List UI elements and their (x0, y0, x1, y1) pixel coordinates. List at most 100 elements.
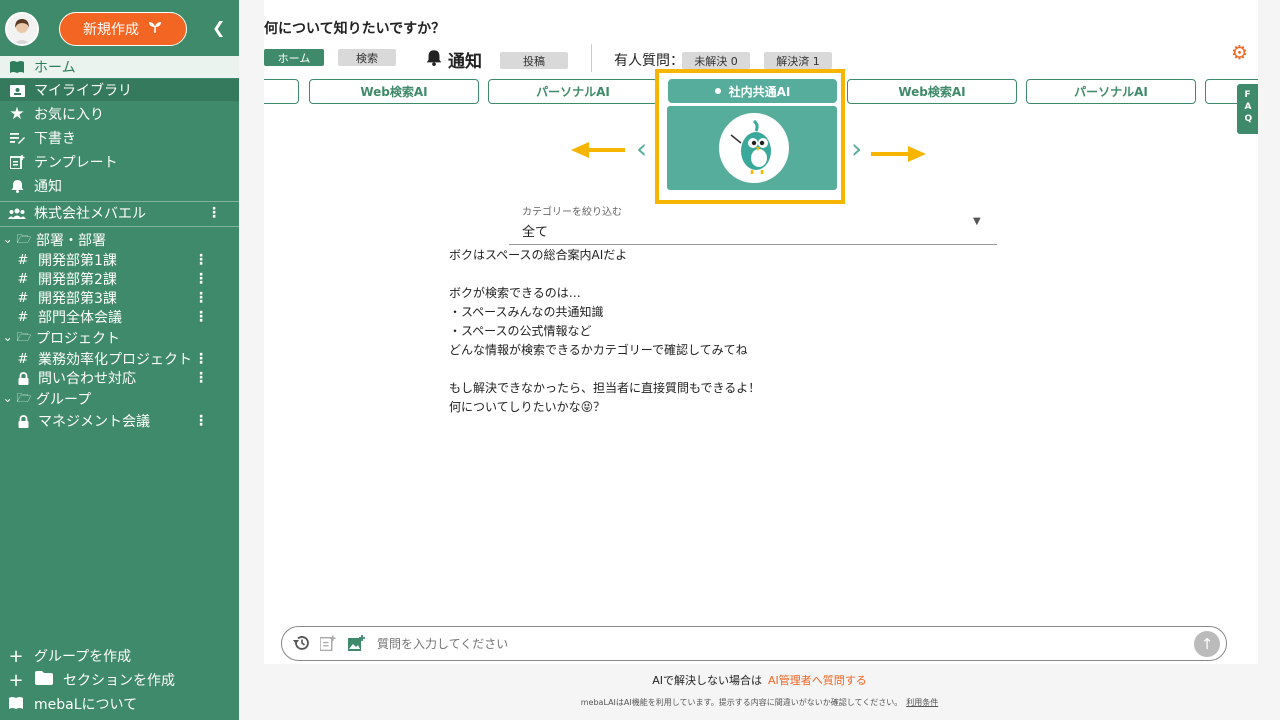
footer-disclaimer: mebaLAIはAI機能を利用しています。提示する内容に間違いがないか確認してく… (239, 697, 1280, 708)
new-create-button[interactable]: 新規作成 (59, 12, 187, 46)
dropdown-caret-icon[interactable]: ▼ (973, 216, 981, 227)
sidebar-section-label: プロジェクト (36, 331, 120, 347)
send-button[interactable]: ↑ (1194, 631, 1220, 657)
sidebar-channel-label: 業務効率化プロジェクト (38, 352, 192, 368)
sidebar-channel-label: 開発部第1課 (38, 253, 117, 269)
resolved-badge[interactable]: 解決済 1 (764, 52, 832, 69)
about-mebal-label: mebaLについて (34, 697, 138, 713)
sidebar-channel[interactable]: マネジメント会議 ⋮ (0, 410, 239, 432)
more-options-icon[interactable]: ⋮ (194, 352, 208, 366)
sidebar-section-label: グループ (36, 392, 92, 408)
sidebar-item-label: 通知 (34, 179, 62, 195)
hash-icon: # (17, 290, 29, 306)
category-filter-underline (509, 244, 997, 245)
faq-tab[interactable]: FAQ (1237, 84, 1258, 134)
sidebar-channel[interactable]: 問い合わせ対応 ⋮ (0, 367, 239, 389)
unresolved-badge[interactable]: 未解決 0 (682, 52, 750, 69)
create-section-label: セクションを作成 (63, 673, 175, 689)
sidebar-item-label: ホーム (34, 60, 76, 76)
sidebar-channel[interactable]: # 部門全体会議 ⋮ (0, 306, 239, 328)
more-options-icon[interactable]: ⋮ (194, 291, 208, 305)
sidebar-channel-label: マネジメント会議 (38, 414, 150, 430)
message-line: 何についてしりたいかな😝？ (449, 400, 606, 414)
sidebar-item-home[interactable]: ホーム (0, 56, 239, 78)
more-options-icon[interactable]: ⋮ (194, 253, 208, 267)
sidebar-item-favorites[interactable]: ★ お気に入り (0, 103, 239, 125)
message-line: どんな情報が検索できるかカテゴリーで確認してみてね (449, 343, 748, 357)
lock-icon (14, 414, 32, 428)
hash-icon: # (17, 351, 29, 367)
sidebar-item-label: テンプレート (34, 155, 118, 171)
avatar[interactable] (5, 12, 39, 46)
category-filter-value[interactable]: 全て (522, 221, 548, 240)
folder-expand-icon: ⌄ 🗁 (2, 231, 32, 246)
sidebar-item-templates[interactable]: テンプレート (0, 151, 239, 173)
create-group-label: グループを作成 (34, 649, 132, 665)
sidebar-item-notifications[interactable]: 通知 (0, 175, 239, 197)
post-pill[interactable]: 投稿 (500, 52, 568, 69)
highlight-box (655, 69, 845, 204)
collapse-sidebar-icon[interactable]: ❮ (212, 18, 225, 37)
sidebar-divider (0, 226, 239, 227)
template-icon[interactable] (319, 635, 336, 655)
chevron-right-icon[interactable]: › (851, 132, 862, 165)
disclaimer-text: mebaLAIはAI機能を利用しています。提示する内容に間違いがないか確認してく… (580, 698, 903, 707)
message-line: ボクが検索できるのは… (449, 286, 581, 300)
manned-question-label: 有人質問： (614, 53, 684, 69)
folder-expand-icon: ⌄ 🗁 (2, 329, 32, 344)
sidebar-item-org[interactable]: 株式会社メバエル ⋮ (0, 202, 239, 224)
home-pill[interactable]: ホーム (264, 49, 324, 66)
tab-personal-ai[interactable]: パーソナルAI (488, 79, 658, 104)
history-icon[interactable] (292, 635, 310, 655)
about-mebal-link[interactable]: mebaLについて (0, 693, 239, 715)
more-options-icon[interactable]: ⋮ (194, 272, 208, 286)
question-input-bar: ↑ (281, 626, 1227, 661)
sidebar-channel-label: 部門全体会議 (38, 310, 122, 326)
terms-link[interactable]: 利用条件 (906, 698, 938, 707)
tab-partial[interactable] (264, 79, 299, 104)
more-options-icon[interactable]: ⋮ (194, 310, 208, 324)
sprout-icon (147, 20, 163, 38)
sidebar-channel-label: 開発部第3課 (38, 291, 117, 307)
footer-help-text: AIで解決しない場合は (652, 674, 762, 687)
hash-icon: # (17, 252, 29, 268)
draft-icon (6, 132, 28, 144)
search-pill[interactable]: 検索 (338, 49, 396, 66)
sidebar-channel-label: 開発部第2課 (38, 272, 117, 288)
sidebar-item-library[interactable]: マイライブラリ (0, 79, 239, 101)
hash-icon: # (17, 309, 29, 325)
bell-icon (426, 49, 442, 71)
book-icon (5, 694, 27, 715)
tab-web-search-ai[interactable]: Web検索AI (847, 79, 1017, 104)
left-arrow-indicator (587, 148, 625, 152)
more-options-icon[interactable]: ⋮ (194, 414, 208, 428)
right-arrow-indicator (871, 152, 909, 156)
faq-label: FAQ (1244, 90, 1253, 124)
more-options-icon[interactable]: ⋮ (207, 206, 221, 220)
create-group-button[interactable]: + グループを作成 (0, 645, 239, 667)
notification-label: 通知 (448, 52, 482, 72)
sidebar-item-drafts[interactable]: 下書き (0, 127, 239, 149)
ask-admin-link[interactable]: AI管理者へ質問する (768, 674, 867, 687)
add-image-icon[interactable] (348, 635, 365, 655)
gear-icon[interactable]: ⚙ (1231, 42, 1248, 64)
question-input[interactable] (377, 633, 1157, 655)
sidebar-item-label: お気に入り (34, 107, 104, 123)
tab-web-search-ai[interactable]: Web検索AI (309, 79, 479, 104)
sidebar-section-projects[interactable]: ⌄ 🗁 プロジェクト (0, 327, 239, 349)
main-area: 何について知りたいですか？ ホーム 検索 通知 投稿 有人質問： 未解決 0 解… (239, 0, 1280, 720)
more-options-icon[interactable]: ⋮ (194, 371, 208, 385)
message-line: ・スペースの公式情報など (449, 324, 592, 338)
tab-personal-ai[interactable]: パーソナルAI (1026, 79, 1196, 104)
create-section-button[interactable]: + セクションを作成 (0, 669, 239, 691)
sidebar-section-label: 部署・部署 (36, 233, 106, 249)
bell-icon (6, 179, 28, 193)
sidebar: 新規作成 ❮ ホーム マイライブラリ ★ お気に入り 下書き テンプレート 通知… (0, 0, 239, 720)
star-icon: ★ (9, 104, 25, 124)
chevron-left-icon[interactable]: ‹ (636, 132, 647, 165)
ai-message: ボクはスペースの総合案内AIだよ ボクが検索できるのは… ・スペースみんなの共通… (449, 246, 760, 417)
lock-icon (14, 371, 32, 385)
notification-header[interactable]: 通知 (426, 47, 482, 72)
sidebar-section-groups[interactable]: ⌄ 🗁 グループ (0, 388, 239, 410)
sidebar-section-departments[interactable]: ⌄ 🗁 部署・部署 (0, 229, 239, 251)
